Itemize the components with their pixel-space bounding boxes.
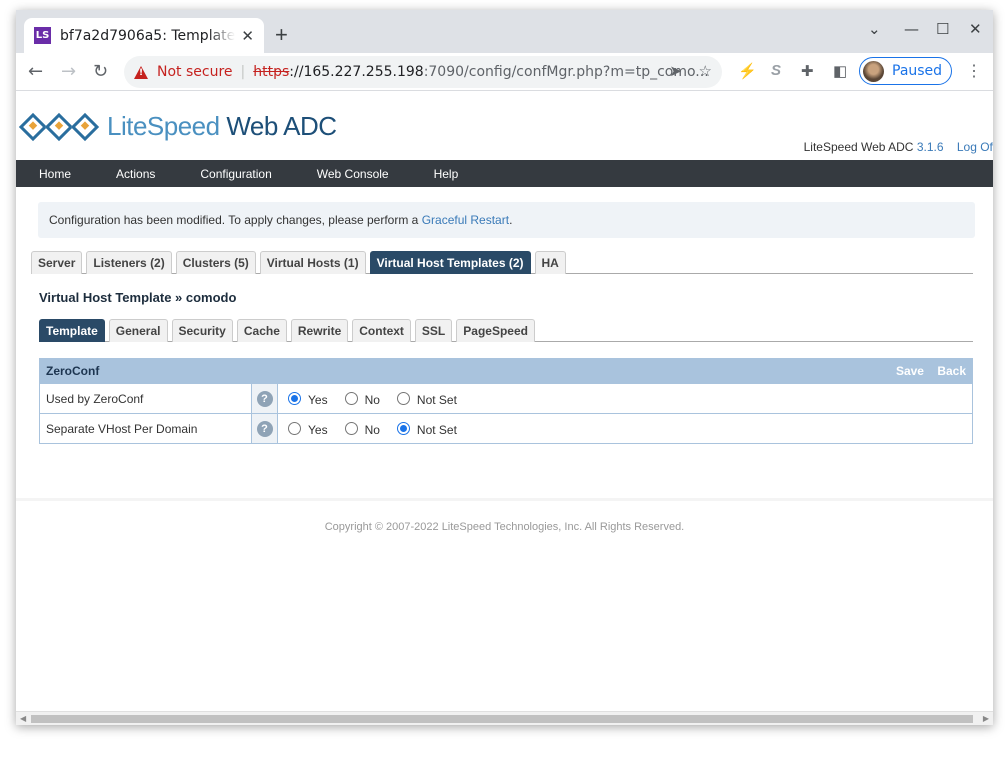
tab-clusters[interactable]: Clusters (5): [175, 251, 256, 274]
browser-toolbar: ← → ↻ Not secure | https ://165.227.255.…: [16, 53, 993, 91]
url-scheme: https: [253, 64, 290, 80]
subtab-rewrite[interactable]: Rewrite: [290, 319, 349, 342]
tab-search-icon[interactable]: ⌄: [868, 20, 881, 38]
graceful-restart-link[interactable]: Graceful Restart: [422, 213, 509, 227]
url-host: ://165.227.255.198: [289, 64, 424, 80]
help-cell: ?: [251, 384, 278, 413]
subtab-pagespeed[interactable]: PageSpeed: [456, 319, 535, 342]
maximize-icon[interactable]: ☐: [936, 20, 949, 38]
radio-not-set[interactable]: Not Set: [396, 420, 457, 437]
radio-button[interactable]: [396, 392, 410, 405]
new-tab-button[interactable]: +: [275, 22, 288, 48]
version-link[interactable]: 3.1.6: [917, 140, 944, 154]
send-tab-icon[interactable]: ➤: [669, 62, 682, 80]
radio-group-separate-vhost: Yes No Not Set: [278, 414, 972, 443]
main-nav: Home Actions Configuration Web Console H…: [16, 160, 993, 187]
subtab-general[interactable]: General: [108, 319, 168, 342]
config-tabs: Server Listeners (2) Clusters (5) Virtua…: [31, 251, 973, 274]
radio-no[interactable]: No: [344, 390, 380, 407]
radio-not-set[interactable]: Not Set: [396, 390, 457, 407]
field-label-separate-vhost: Separate VHost Per Domain: [40, 414, 251, 443]
restart-notice: Configuration has been modified. To appl…: [38, 202, 975, 238]
tab-listeners[interactable]: Listeners (2): [86, 251, 172, 274]
browser-window: LS bf7a2d7906a5: Template Settings ✕ + ⌄…: [16, 10, 993, 725]
save-button[interactable]: Save: [896, 364, 924, 378]
nav-help[interactable]: Help: [434, 167, 459, 181]
not-secure-label[interactable]: Not secure: [157, 64, 233, 80]
s-extension-icon[interactable]: S: [771, 62, 781, 79]
subtab-context[interactable]: Context: [352, 319, 411, 342]
avatar: [863, 60, 884, 82]
litespeed-favicon-icon: LS: [34, 27, 51, 44]
help-icon[interactable]: ?: [256, 390, 273, 407]
tab-virtual-hosts[interactable]: Virtual Hosts (1): [259, 251, 366, 274]
logout-link[interactable]: Log Off: [957, 140, 993, 154]
profile-button[interactable]: Paused: [859, 57, 952, 85]
back-button[interactable]: Back: [937, 364, 966, 378]
brand-name: LiteSpeed Web ADC: [107, 111, 337, 141]
radio-group-used-by-zeroconf: Yes No Not Set: [278, 384, 972, 413]
url-path: :7090/config/confMgr.php?m=tp_como...: [423, 64, 709, 80]
side-panel-icon[interactable]: ◧: [833, 62, 847, 80]
panel-header: ZeroConf Save Back: [40, 359, 972, 383]
help-cell: ?: [251, 414, 278, 443]
forward-arrow-icon[interactable]: →: [61, 61, 76, 82]
product-name: LiteSpeed Web ADC: [803, 140, 917, 154]
logo-diamonds-icon: [18, 112, 101, 141]
subtab-security[interactable]: Security: [171, 319, 233, 342]
radio-button-selected[interactable]: [288, 392, 301, 405]
bookmark-star-icon[interactable]: ☆: [699, 62, 712, 80]
tab-virtual-host-templates[interactable]: Virtual Host Templates (2): [369, 251, 531, 274]
copyright: Copyright © 2007-2022 LiteSpeed Technolo…: [324, 521, 685, 533]
omnibox-separator: |: [240, 64, 246, 80]
radio-button[interactable]: [344, 422, 358, 435]
close-window-icon[interactable]: ✕: [969, 20, 982, 38]
scrollbar-thumb[interactable]: [31, 715, 973, 723]
bolt-extension-icon[interactable]: ⚡: [738, 62, 757, 80]
radio-button[interactable]: [288, 422, 301, 435]
panel-title: ZeroConf: [46, 364, 100, 378]
nav-actions[interactable]: Actions: [116, 167, 155, 181]
page-content: LiteSpeed Web ADC LiteSpeed Web ADC 3.1.…: [16, 91, 993, 711]
minimize-icon[interactable]: —: [904, 20, 919, 38]
reload-icon[interactable]: ↻: [93, 61, 108, 82]
template-subtabs: Template General Security Cache Rewrite …: [39, 319, 973, 342]
address-bar[interactable]: Not secure | https ://165.227.255.198 :7…: [124, 56, 722, 88]
radio-yes[interactable]: Yes: [288, 420, 328, 437]
help-icon[interactable]: ?: [256, 420, 273, 437]
tab-ha[interactable]: HA: [534, 251, 566, 274]
back-arrow-icon[interactable]: ←: [28, 61, 43, 82]
radio-yes[interactable]: Yes: [288, 390, 328, 407]
page-title: Virtual Host Template » comodo: [39, 290, 237, 305]
field-label-used-by-zeroconf: Used by ZeroConf: [40, 384, 251, 413]
horizontal-scrollbar[interactable]: ◀ ▶: [16, 711, 993, 725]
menu-kebab-icon[interactable]: ⋮: [966, 61, 982, 81]
nav-web-console[interactable]: Web Console: [317, 167, 389, 181]
close-tab-icon[interactable]: ✕: [241, 27, 254, 45]
table-row: Separate VHost Per Domain ? Yes No Not S…: [40, 413, 972, 443]
scroll-left-icon[interactable]: ◀: [20, 714, 26, 723]
subtab-cache[interactable]: Cache: [236, 319, 287, 342]
subtab-ssl[interactable]: SSL: [414, 319, 453, 342]
version-info: LiteSpeed Web ADC 3.1.6 Log Off: [804, 140, 993, 154]
table-row: Used by ZeroConf ? Yes No Not Set: [40, 383, 972, 413]
profile-status: Paused: [892, 63, 943, 79]
browser-tab[interactable]: LS bf7a2d7906a5: Template Settings ✕: [24, 18, 264, 53]
nav-configuration[interactable]: Configuration: [200, 167, 271, 181]
zeroconf-panel: ZeroConf Save Back Used by ZeroConf ? Ye…: [39, 358, 973, 444]
nav-home[interactable]: Home: [39, 167, 71, 181]
tab-server[interactable]: Server: [31, 251, 83, 274]
radio-no[interactable]: No: [344, 420, 380, 437]
litespeed-logo[interactable]: LiteSpeed Web ADC: [18, 111, 337, 142]
tab-strip: LS bf7a2d7906a5: Template Settings ✕ + ⌄…: [16, 10, 993, 53]
tab-title: bf7a2d7906a5: Template Settings: [60, 27, 236, 44]
warning-icon: [134, 65, 148, 79]
radio-button-selected[interactable]: [396, 422, 410, 435]
footer-divider: [16, 498, 993, 501]
notice-text: Configuration has been modified. To appl…: [49, 213, 422, 227]
puzzle-extensions-icon[interactable]: ✚: [801, 62, 814, 80]
subtab-template[interactable]: Template: [39, 319, 105, 342]
radio-button[interactable]: [344, 392, 358, 405]
scroll-right-icon[interactable]: ▶: [983, 714, 989, 723]
